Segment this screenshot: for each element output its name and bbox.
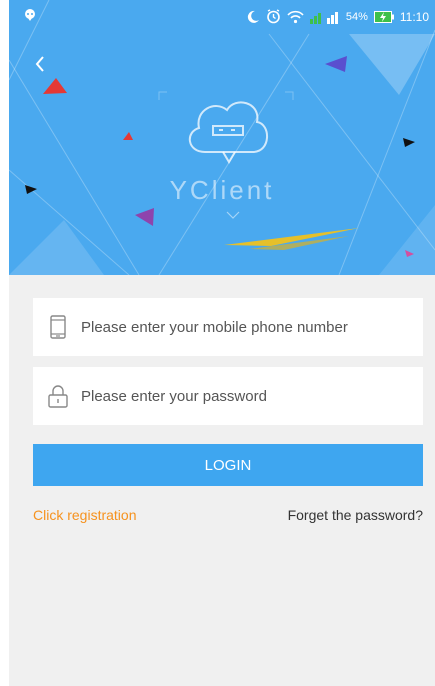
- app-screen: 54% 11:10 YClient Please enter your mobi…: [9, 0, 435, 686]
- phone-field[interactable]: [33, 298, 423, 356]
- header-decoration: [9, 0, 435, 275]
- alarm-icon: [267, 9, 280, 24]
- back-chevron-icon[interactable]: [29, 52, 53, 76]
- password-input[interactable]: [81, 387, 401, 405]
- moon-icon: [247, 10, 259, 23]
- forgot-password-link[interactable]: Forget the password?: [288, 507, 423, 523]
- register-link[interactable]: Click registration: [33, 507, 136, 523]
- login-header-banner: 54% 11:10 YClient: [9, 0, 435, 275]
- cloud-device-logo: [189, 101, 268, 164]
- red-triangle: [43, 78, 67, 94]
- signal-icon: [309, 11, 338, 24]
- clock: 11:10: [399, 9, 429, 24]
- chat-bubble-icon: [25, 9, 35, 21]
- phone-input[interactable]: [81, 318, 401, 336]
- app-brand-name: YClient: [169, 175, 275, 205]
- password-field[interactable]: [33, 367, 423, 425]
- status-bar: 54% 11:10: [9, 0, 435, 34]
- battery-charging-icon: [373, 10, 394, 23]
- battery-percent: 54%: [345, 10, 368, 23]
- login-button[interactable]: LOGIN: [33, 444, 423, 486]
- wifi-icon: [287, 10, 304, 23]
- lock-icon: [48, 385, 68, 408]
- phone-icon: [50, 315, 66, 339]
